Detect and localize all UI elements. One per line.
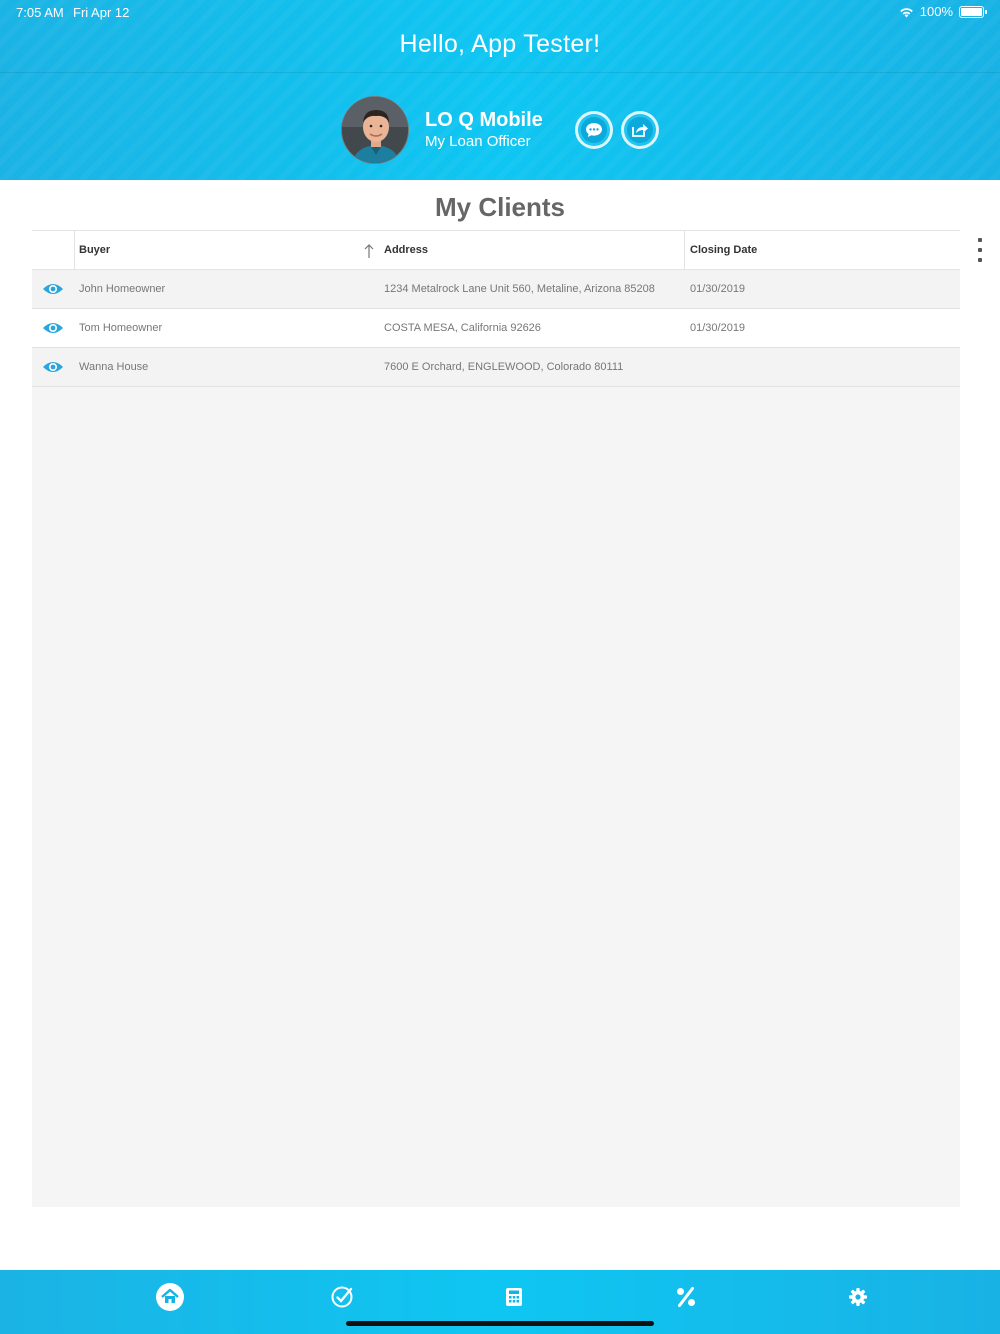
cell-closing-date: 01/30/2019 [690, 322, 746, 334]
avatar-photo [342, 97, 408, 163]
wifi-icon [899, 7, 913, 17]
sort-ascending-icon[interactable] [362, 243, 376, 259]
app-header: 7:05 AM Fri Apr 12 100% Hello, App Teste… [0, 0, 1000, 180]
nav-settings[interactable] [843, 1282, 873, 1312]
cell-address: 1234 Metalrock Lane Unit 560, Metaline, … [384, 283, 655, 295]
home-icon [156, 1283, 184, 1311]
clients-table: Buyer Address Closing Date John Homeowne… [32, 230, 960, 1207]
share-button[interactable] [621, 111, 659, 149]
column-header-address[interactable]: Address [384, 231, 428, 270]
home-indicator[interactable] [346, 1321, 654, 1326]
greeting-title: Hello, App Tester! [399, 30, 601, 58]
nav-rates[interactable] [671, 1282, 701, 1312]
chat-button[interactable] [575, 111, 613, 149]
table-row[interactable]: John Homeowner 1234 Metalrock Lane Unit … [32, 270, 960, 309]
view-eye-icon[interactable] [42, 320, 64, 336]
status-bar: 7:05 AM Fri Apr 12 100% [0, 0, 1000, 24]
cell-buyer: John Homeowner [79, 283, 166, 295]
nav-tasks[interactable] [327, 1282, 357, 1312]
header-divider [0, 72, 1000, 73]
view-eye-icon[interactable] [42, 359, 64, 375]
status-time: 7:05 AM [16, 5, 64, 20]
gear-icon [849, 1288, 867, 1306]
column-header-closing-date[interactable]: Closing Date [690, 231, 757, 270]
nav-home[interactable] [155, 1282, 185, 1312]
share-icon [632, 124, 648, 137]
loan-officer-name: LO Q Mobile [425, 109, 543, 131]
status-right: 100% [899, 4, 987, 19]
table-row[interactable]: Wanna House 7600 E Orchard, ENGLEWOOD, C… [32, 348, 960, 387]
cell-buyer: Wanna House [79, 361, 149, 373]
chat-icon [586, 123, 602, 137]
nav-calculator[interactable] [499, 1282, 529, 1312]
battery-icon [959, 5, 987, 18]
bottom-nav [0, 1270, 1000, 1334]
cell-address: 7600 E Orchard, ENGLEWOOD, Colorado 8011… [384, 361, 624, 373]
checkmark-icon [331, 1286, 353, 1308]
view-eye-icon[interactable] [42, 281, 64, 297]
calculator-icon [506, 1288, 522, 1306]
column-header-buyer[interactable]: Buyer [79, 231, 110, 270]
loan-officer-avatar[interactable] [341, 96, 409, 164]
table-header: Buyer Address Closing Date [32, 230, 960, 270]
page-title: My Clients [434, 192, 566, 222]
battery-percent: 100% [919, 4, 953, 19]
table-row[interactable]: Tom Homeowner COSTA MESA, California 926… [32, 309, 960, 348]
percent-icon [677, 1287, 695, 1307]
status-date: Fri Apr 12 [73, 5, 130, 20]
loan-officer-role: My Loan Officer [425, 133, 531, 150]
cell-closing-date: 01/30/2019 [690, 283, 746, 295]
kebab-menu-icon[interactable] [975, 238, 985, 262]
cell-address: COSTA MESA, California 92626 [384, 322, 541, 334]
cell-buyer: Tom Homeowner [79, 322, 163, 334]
